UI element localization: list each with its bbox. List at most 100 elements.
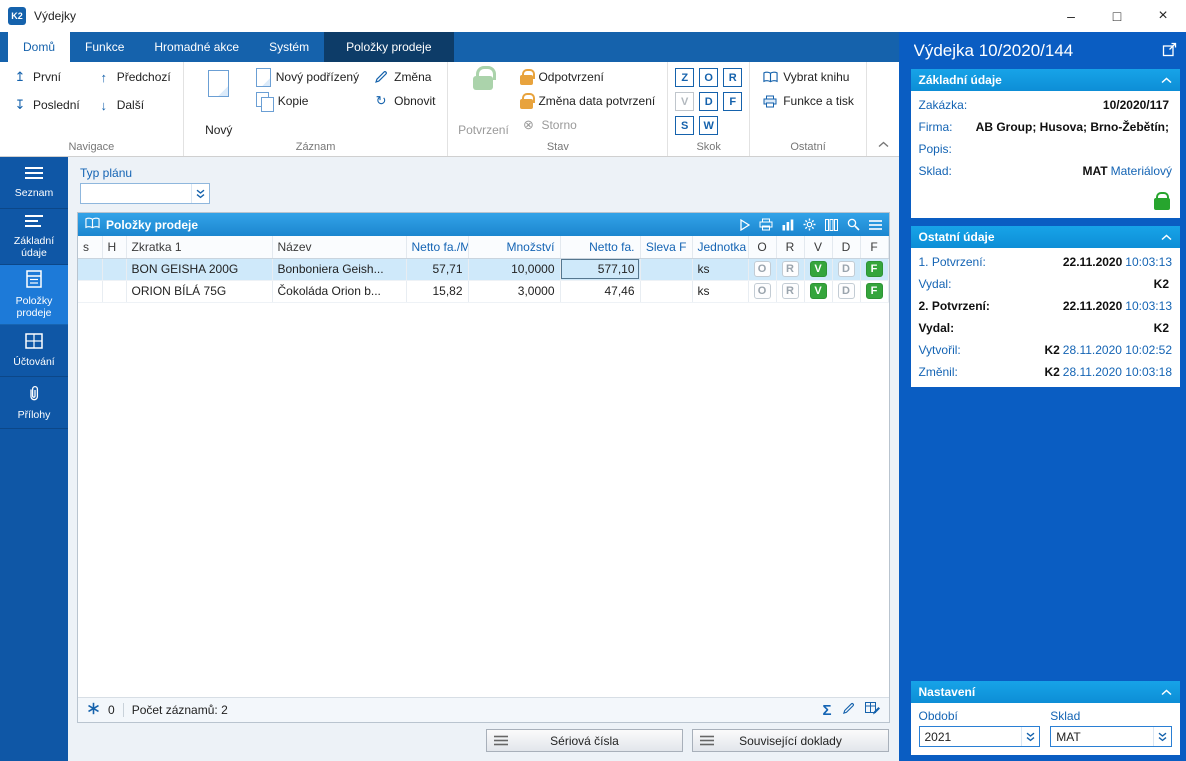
- col-netto-fa[interactable]: Netto fa.: [560, 236, 641, 259]
- sklad-combobox[interactable]: MAT: [1050, 726, 1172, 747]
- skok-f-button[interactable]: F: [723, 92, 743, 111]
- col-zkratka[interactable]: Zkratka 1: [126, 236, 273, 259]
- zmena-button[interactable]: Změna: [368, 65, 440, 89]
- seriova-cisla-button[interactable]: Sériová čísla: [485, 729, 683, 752]
- funkce-a-tisk-button[interactable]: Funkce a tisk: [757, 89, 859, 113]
- col-v[interactable]: V: [804, 236, 833, 259]
- k2-logo-icon: K2: [8, 7, 26, 25]
- ribbon-tabbar: Domů Funkce Hromadné akce Systém Položky…: [0, 32, 899, 62]
- table-row[interactable]: ORION BÍLÁ 75G Čokoláda Orion b... 15,82…: [78, 280, 889, 303]
- col-r[interactable]: R: [776, 236, 805, 259]
- zmena-data-potvrzeni-button[interactable]: Změna data potvrzení: [515, 89, 660, 113]
- col-o[interactable]: O: [748, 236, 777, 259]
- skok-w-button[interactable]: W: [699, 116, 719, 135]
- sidebar-item-uctovani[interactable]: Účtování: [0, 325, 68, 378]
- tab-funkce[interactable]: Funkce: [70, 32, 139, 62]
- tab-domu[interactable]: Domů: [8, 32, 71, 62]
- next-record-icon: ↓: [100, 97, 107, 113]
- list-icon: [24, 166, 44, 183]
- skok-o-button[interactable]: O: [699, 68, 719, 87]
- dalsi-button[interactable]: ↓ Další: [91, 93, 176, 117]
- items-table: s H Zkratka 1 Název Netto fa./M Množství…: [78, 236, 889, 303]
- sidebar-item-seznam[interactable]: Seznam: [0, 157, 68, 209]
- souvisejici-doklady-button[interactable]: Související doklady: [691, 729, 889, 752]
- obnovit-label: Obnovit: [394, 94, 436, 108]
- maximize-button[interactable]: □: [1094, 0, 1140, 32]
- storno-button[interactable]: ⊗ Storno: [515, 113, 660, 137]
- sidebar-item-zakladni-udaje[interactable]: Základní údaje: [0, 209, 68, 266]
- sidebar-item-prilohy[interactable]: Přílohy: [0, 377, 68, 430]
- col-h[interactable]: H: [102, 236, 127, 259]
- col-f[interactable]: F: [860, 236, 889, 259]
- predchozi-button[interactable]: ↑ Předchozí: [91, 65, 176, 89]
- section-header-ostatni-udaje[interactable]: Ostatní údaje: [910, 226, 1180, 248]
- novy-button[interactable]: Nový: [191, 65, 247, 139]
- skok-r-button[interactable]: R: [723, 68, 743, 87]
- cell-netto-focused[interactable]: 577,10: [560, 258, 641, 281]
- col-sleva-f[interactable]: Sleva F: [640, 236, 693, 259]
- close-button[interactable]: ×: [1140, 0, 1186, 32]
- obnovit-button[interactable]: ↻ Obnovit: [368, 89, 440, 113]
- left-sidebar: Seznam Základní údaje Položky prodeje Úč…: [0, 157, 68, 761]
- sum-icon[interactable]: Σ: [822, 702, 831, 719]
- storno-label: Storno: [541, 118, 577, 132]
- table-row[interactable]: BON GEISHA 200G Bonboniera Geish... 57,7…: [78, 258, 889, 281]
- search-icon[interactable]: [847, 218, 860, 231]
- cancel-circle-icon: ⊗: [523, 117, 534, 132]
- field-2-potvrzeni: 2. Potvrzení: 22.11.2020 10:03:13: [918, 299, 1173, 313]
- open-book-icon: [85, 217, 100, 232]
- section-header-zakladni-udaje[interactable]: Základní údaje: [910, 69, 1180, 91]
- posledni-button[interactable]: ↧ Poslední: [7, 93, 85, 117]
- posledni-label: Poslední: [33, 98, 80, 112]
- skok-v-button[interactable]: V: [675, 92, 695, 111]
- play-icon[interactable]: [739, 218, 750, 231]
- typ-planu-combobox[interactable]: [80, 183, 210, 204]
- table-edit-icon[interactable]: [864, 702, 880, 718]
- chart-icon[interactable]: [782, 219, 794, 231]
- tab-polozky-prodeje[interactable]: Položky prodeje: [324, 32, 454, 62]
- minimize-button[interactable]: –: [1048, 0, 1094, 32]
- columns-icon[interactable]: [824, 218, 838, 231]
- open-in-window-icon[interactable]: [1162, 42, 1177, 60]
- collapse-ribbon-button[interactable]: [878, 137, 889, 151]
- vybrat-knihu-button[interactable]: Vybrat knihu: [757, 65, 859, 89]
- cell-nazev: Bonboniera Geish...: [272, 258, 407, 281]
- tab-hromadne-akce[interactable]: Hromadné akce: [139, 32, 254, 62]
- kopie-button[interactable]: Kopie: [251, 89, 364, 113]
- last-record-icon: ↧: [14, 97, 26, 112]
- section-header-nastaveni[interactable]: Nastavení: [910, 681, 1180, 703]
- edit-pencil-icon[interactable]: [842, 702, 855, 718]
- skok-z-button[interactable]: Z: [675, 68, 695, 87]
- sidebar-item-polozky-prodeje[interactable]: Položky prodeje: [0, 265, 68, 326]
- field-vytvoril: Vytvořil: K2 28.11.2020 10:02:52: [918, 343, 1173, 357]
- confirmed-lock-icon: [1154, 192, 1170, 210]
- funkce-a-tisk-label: Funkce a tisk: [783, 94, 854, 108]
- novy-podrizeny-button[interactable]: Nový podřízený: [251, 65, 364, 89]
- odpotvrzeni-button[interactable]: Odpotvrzení: [515, 65, 660, 89]
- col-mnozstvi[interactable]: Množství: [468, 236, 561, 259]
- gear-icon[interactable]: [803, 218, 816, 231]
- tab-system[interactable]: Systém: [254, 32, 324, 62]
- skok-d-button[interactable]: D: [699, 92, 719, 111]
- col-jednotka[interactable]: Jednotka: [692, 236, 749, 259]
- potvrzeni-button[interactable]: Potvrzení: [455, 65, 511, 139]
- cell-netto-m: 15,82: [406, 280, 469, 303]
- skok-s-button[interactable]: S: [675, 116, 695, 135]
- col-s[interactable]: s: [78, 236, 103, 259]
- new-child-document-icon: [255, 67, 271, 87]
- items-panel-header: Položky prodeje: [78, 213, 889, 236]
- col-d[interactable]: D: [832, 236, 861, 259]
- novy-label: Nový: [205, 123, 233, 137]
- table-header-row: s H Zkratka 1 Název Netto fa./M Množství…: [78, 236, 889, 259]
- col-netto-fa-m[interactable]: Netto fa./M: [406, 236, 469, 259]
- section-title: Základní údaje: [918, 73, 1002, 87]
- section-nastaveni: Nastavení Období 2021 Sklad MAT: [910, 681, 1180, 755]
- prvni-button[interactable]: ↥ První: [7, 65, 85, 89]
- cell-jednotka: ks: [692, 258, 749, 281]
- menu-icon[interactable]: [868, 219, 882, 230]
- cell-mnozstvi: 10,0000: [468, 258, 561, 281]
- col-nazev[interactable]: Název: [272, 236, 407, 259]
- cell-sleva: [640, 258, 693, 281]
- obdobi-combobox[interactable]: 2021: [918, 726, 1041, 747]
- print-icon[interactable]: [759, 218, 773, 231]
